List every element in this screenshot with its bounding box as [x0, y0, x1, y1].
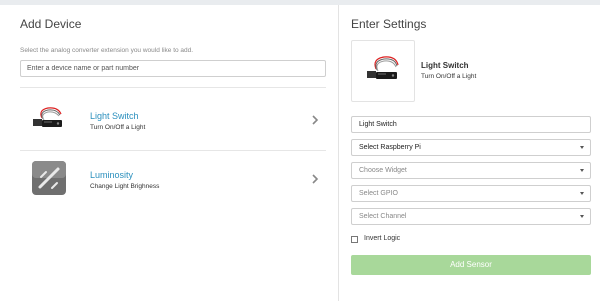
device-description: Change Light Brighness — [90, 183, 160, 190]
selected-device-preview — [351, 40, 415, 102]
widget-select-value: Choose Widget — [359, 167, 407, 174]
raspberry-pi-select[interactable]: Select Raspberry Pi — [351, 139, 591, 156]
device-name-value: Light Switch — [359, 121, 397, 128]
helper-text: Select the analog converter extension yo… — [20, 47, 194, 54]
caret-down-icon — [580, 215, 584, 218]
divider-line — [20, 87, 326, 88]
selected-device-description: Turn On/Off a Light — [421, 73, 477, 80]
device-description: Turn On/Off a Light — [90, 124, 146, 131]
top-bar — [0, 0, 600, 5]
device-item-light-switch[interactable]: Light Switch Turn On/Off a Light — [20, 92, 326, 150]
gpio-select-value: Select GPIO — [359, 190, 398, 197]
settings-title: Enter Settings — [351, 17, 427, 31]
light-switch-thumbnail — [28, 100, 70, 142]
device-item-luminosity[interactable]: Luminosity Change Light Brighness — [20, 151, 326, 209]
widget-select[interactable]: Choose Widget — [351, 162, 591, 179]
invert-logic-label: Invert Logic — [364, 235, 401, 242]
device-name-field[interactable]: Light Switch — [351, 116, 591, 133]
add-device-title: Add Device — [20, 17, 82, 31]
chevron-right-icon — [312, 174, 319, 184]
device-name: Light Switch — [90, 111, 139, 121]
channel-select[interactable]: Select Channel — [351, 208, 591, 225]
caret-down-icon — [580, 169, 584, 172]
panel-divider — [338, 5, 339, 301]
caret-down-icon — [580, 146, 584, 149]
device-name: Luminosity — [90, 170, 134, 180]
channel-select-value: Select Channel — [359, 213, 407, 220]
gpio-select[interactable]: Select GPIO — [351, 185, 591, 202]
invert-logic-checkbox[interactable] — [351, 236, 358, 243]
raspberry-pi-select-value: Select Raspberry Pi — [359, 144, 421, 151]
chevron-right-icon — [312, 115, 319, 125]
light-switch-thumbnail — [367, 56, 399, 79]
luminosity-thumbnail — [28, 159, 70, 201]
device-search-input[interactable] — [20, 60, 326, 77]
add-sensor-button[interactable]: Add Sensor — [351, 255, 591, 275]
selected-device-name: Light Switch — [421, 61, 469, 70]
caret-down-icon — [580, 192, 584, 195]
